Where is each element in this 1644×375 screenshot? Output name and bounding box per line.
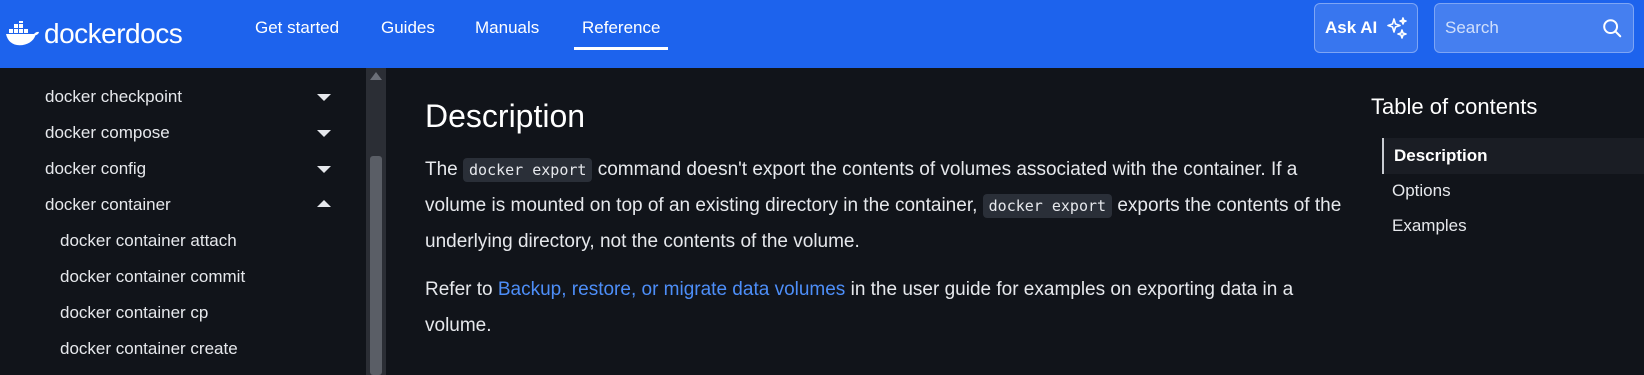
scrollbar-thumb[interactable] (370, 156, 382, 375)
sidebar-item-docker-container-create[interactable]: docker container create (0, 331, 350, 367)
nav-manuals[interactable]: Manuals (475, 0, 539, 68)
sidebar-item-label: docker checkpoint (45, 87, 183, 106)
main-content: Description The docker export command do… (386, 68, 1356, 375)
docker-docs-logo[interactable]: dockerdocs (4, 14, 183, 54)
sidebar-item-label: docker container create (60, 339, 238, 358)
nav-guides[interactable]: Guides (381, 0, 435, 68)
sidebar-item-docker-compose[interactable]: docker compose (0, 115, 350, 151)
sidebar-item-label: docker container (45, 195, 171, 214)
sidebar: docker checkpoint docker compose docker … (0, 68, 386, 375)
nav-reference[interactable]: Reference (573, 0, 669, 68)
toc-item-description[interactable]: Description (1394, 146, 1488, 166)
sidebar-item-docker-checkpoint[interactable]: docker checkpoint (0, 79, 350, 115)
search-box[interactable] (1434, 3, 1634, 53)
inline-code: docker export (463, 158, 593, 182)
sidebar-scrollbar[interactable] (366, 68, 386, 375)
top-navbar: dockerdocs Get started Guides Manuals Re… (0, 0, 1644, 68)
search-icon[interactable] (1601, 17, 1623, 39)
refer-paragraph: Refer to Backup, restore, or migrate dat… (425, 272, 1350, 344)
description-paragraph: The docker export command doesn't export… (425, 152, 1350, 260)
logo-text-docker: docker (44, 18, 126, 49)
sidebar-item-label: docker container attach (60, 231, 237, 250)
toc-item-options[interactable]: Options (1392, 181, 1451, 201)
caret-down-icon[interactable] (317, 130, 331, 137)
section-heading-description: Description (425, 98, 586, 134)
sidebar-item-label: docker container commit (60, 267, 246, 286)
para2-text-1: Refer to (425, 279, 498, 300)
search-input[interactable] (1445, 4, 1595, 52)
toc-item-examples[interactable]: Examples (1392, 216, 1467, 236)
caret-down-icon[interactable] (317, 94, 331, 101)
nav-get-started[interactable]: Get started (255, 0, 339, 68)
sidebar-item-docker-container-attach[interactable]: docker container attach (0, 223, 350, 259)
inline-code: docker export (982, 194, 1113, 218)
ask-ai-button[interactable]: Ask AI (1314, 3, 1418, 53)
sidebar-item-label: docker container cp (60, 303, 209, 322)
sidebar-item-docker-config[interactable]: docker config (0, 151, 350, 187)
sidebar-item-docker-container[interactable]: docker container (0, 187, 350, 223)
caret-down-icon[interactable] (317, 166, 331, 173)
sidebar-item-label: docker config (45, 159, 147, 178)
sparkles-icon (1387, 17, 1408, 39)
toc-title: Table of contents (1371, 94, 1538, 119)
sidebar-item-docker-container-cp[interactable]: docker container cp (0, 295, 350, 331)
scroll-up-arrow-icon[interactable] (370, 72, 382, 80)
para1-text-1: The (425, 159, 464, 180)
ask-ai-label: Ask AI (1325, 18, 1378, 37)
table-of-contents: Table of contents Description Options Ex… (1356, 68, 1644, 375)
logo-text-docs: docs (125, 18, 183, 49)
backup-restore-link[interactable]: Backup, restore, or migrate data volumes (498, 279, 845, 300)
docker-whale-icon (6, 21, 39, 46)
toc-active-indicator (1382, 138, 1384, 174)
sidebar-item-docker-container-commit[interactable]: docker container commit (0, 259, 350, 295)
logo-text: dockerdocs (44, 18, 183, 50)
sidebar-item-label: docker compose (45, 123, 170, 142)
caret-up-icon[interactable] (317, 200, 331, 207)
